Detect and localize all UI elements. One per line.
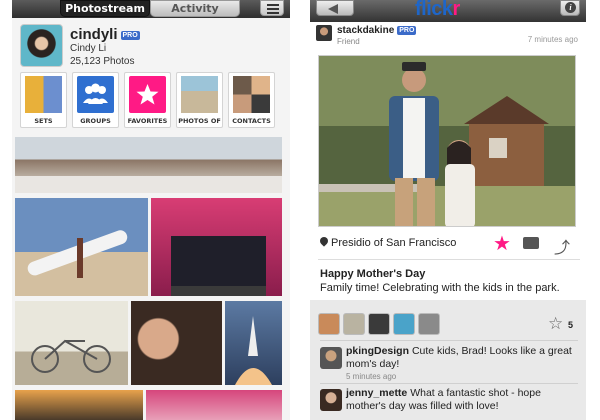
photo-thumbnail[interactable] [15,137,282,193]
photo-description: Family time! Celebrating with the kids i… [320,282,560,294]
comment-author[interactable]: pkingDesign [346,345,409,357]
tab-photostream[interactable]: Photostream [60,0,150,17]
comment-item: jenny_mette What a fantastic shot - hope… [320,387,582,420]
avatar[interactable] [320,347,342,369]
tab-activity[interactable]: Activity [150,0,240,17]
star-icon [129,76,166,113]
tile-sets-label: SETS [34,117,53,125]
photo-action-row: Presidio of San Francisco ★ ⤴ [310,231,586,258]
flickr-logo: flickr [415,0,460,20]
people-photo [181,76,218,113]
favorite-star-icon[interactable]: ★ [493,231,511,256]
tile-favorites[interactable]: FAVORITES [124,72,171,128]
favorite-count: 5 [568,320,574,330]
profile-header: cindyli PRO Cindy Li 25,123 Photos [12,18,290,68]
tile-contacts[interactable]: CONTACTS [228,72,275,128]
segmented-tab-bar: Photostream Activity [12,0,290,18]
pro-badge: PRO [120,30,140,40]
photo-thumbnail[interactable] [15,301,128,385]
nav-bar: flickr i [310,0,586,22]
comment-author[interactable]: jenny_mette [346,387,407,399]
comment-time: 5 minutes ago [346,372,397,381]
tile-photos-of-label: PHOTOS OF [178,117,221,125]
photo-thumbnail[interactable] [151,198,282,296]
comment-icon[interactable] [523,237,539,249]
post-time: 7 minutes ago [527,35,578,44]
photo-count: 25,123 Photos [70,56,135,67]
sets-icon [25,76,62,113]
favorited-by-avatars [318,313,440,337]
profile-real-name: Cindy Li [70,43,107,54]
main-photo[interactable] [318,55,576,227]
tile-contacts-label: CONTACTS [232,117,271,125]
photo-thumbnail[interactable] [15,198,148,296]
divider [320,383,578,384]
divider [320,340,578,341]
photo-title: Happy Mother's Day [320,268,426,280]
tile-sets[interactable]: SETS [20,72,67,128]
photo-thumbnail[interactable] [146,390,282,420]
info-icon[interactable]: i [560,0,580,16]
avatar[interactable] [343,313,365,335]
comment-text: jenny_mette What a fantastic shot - hope… [346,387,541,412]
location-label[interactable]: Presidio of San Francisco [331,237,456,249]
avatar[interactable] [20,24,63,67]
share-icon[interactable]: ⤴ [554,234,570,258]
list-icon[interactable] [260,0,284,16]
tile-favorites-label: FAVORITES [127,117,168,125]
location-pin-icon [318,235,330,247]
tile-groups[interactable]: GROUPS [72,72,119,128]
divider [318,259,580,260]
tile-groups-label: GROUPS [80,117,111,125]
poster-header: stackdakine PRO Friend 7 minutes ago [310,22,586,52]
comment-text: pkingDesign Cute kids, Brad! Looks like … [346,345,572,370]
avatar[interactable] [318,313,340,335]
photostream-screen: Photostream Activity cindyli PRO Cindy Li… [12,0,290,420]
poster-relation: Friend [337,37,360,46]
tile-photos-of[interactable]: PHOTOS OF [176,72,223,128]
avatar[interactable] [418,313,440,335]
star-outline-icon: ☆ [548,314,564,333]
avatar[interactable] [368,313,390,335]
avatar[interactable] [320,389,342,411]
avatar[interactable] [393,313,415,335]
pro-badge: PRO [397,25,417,35]
contacts-icon [233,76,270,113]
photo-thumbnail[interactable] [15,390,143,420]
back-arrow-icon[interactable] [316,0,354,16]
poster-name[interactable]: stackdakine PRO [337,25,417,36]
photo-detail-screen: flickr i stackdakine PRO Friend 7 minutes… [310,0,586,420]
photo-thumbnail[interactable] [225,301,282,385]
photo-thumbnail[interactable] [131,301,222,385]
avatar[interactable] [316,25,332,41]
profile-username: cindyli PRO [70,26,140,43]
comments-section: ☆ 5 pkingDesign Cute kids, Brad! Looks l… [310,300,586,420]
groups-icon [77,76,114,113]
profile-shortcuts: SETS GROUPS FAVORITES PHOTOS OF CONTACTS [12,68,290,132]
comment-item: pkingDesign Cute kids, Brad! Looks like … [320,345,582,383]
